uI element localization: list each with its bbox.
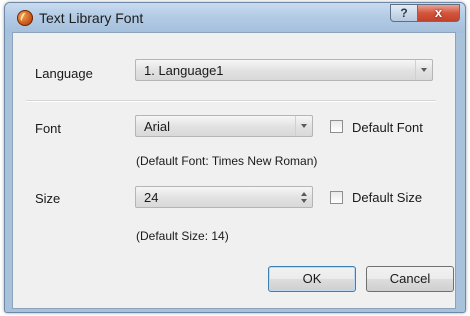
default-font-label[interactable]: Default Font [352,120,423,135]
app-icon [17,10,33,26]
ok-button[interactable]: OK [268,266,356,292]
size-label: Size [35,191,61,206]
default-size-checkbox[interactable] [330,191,343,204]
default-size-note: (Default Size: 14) [136,229,229,243]
chevron-down-icon[interactable] [295,116,312,136]
help-button[interactable]: ? [390,4,418,22]
separator [26,100,436,102]
size-value: 24 [144,190,159,205]
font-label: Font [35,121,62,136]
cancel-button[interactable]: Cancel [366,266,454,292]
chevron-down-icon[interactable] [415,60,432,80]
default-font-checkbox[interactable] [330,120,343,133]
size-spinbox[interactable]: 24 [135,186,313,208]
close-icon: x [434,5,443,20]
language-value: 1. Language1 [144,63,224,78]
default-size-label[interactable]: Default Size [352,190,422,205]
default-font-note: (Default Font: Times New Roman) [136,154,318,168]
spin-down-icon[interactable] [301,199,307,203]
window-title: Text Library Font [39,10,144,26]
spin-up-icon[interactable] [301,192,307,196]
help-icon: ? [400,6,408,20]
language-select[interactable]: 1. Language1 [135,59,433,81]
language-label: Language [35,66,93,81]
title-bar: Text Library Font ? x [5,3,465,33]
close-button[interactable]: x [417,4,460,22]
font-select[interactable]: Arial [135,115,313,137]
font-value: Arial [144,119,171,134]
